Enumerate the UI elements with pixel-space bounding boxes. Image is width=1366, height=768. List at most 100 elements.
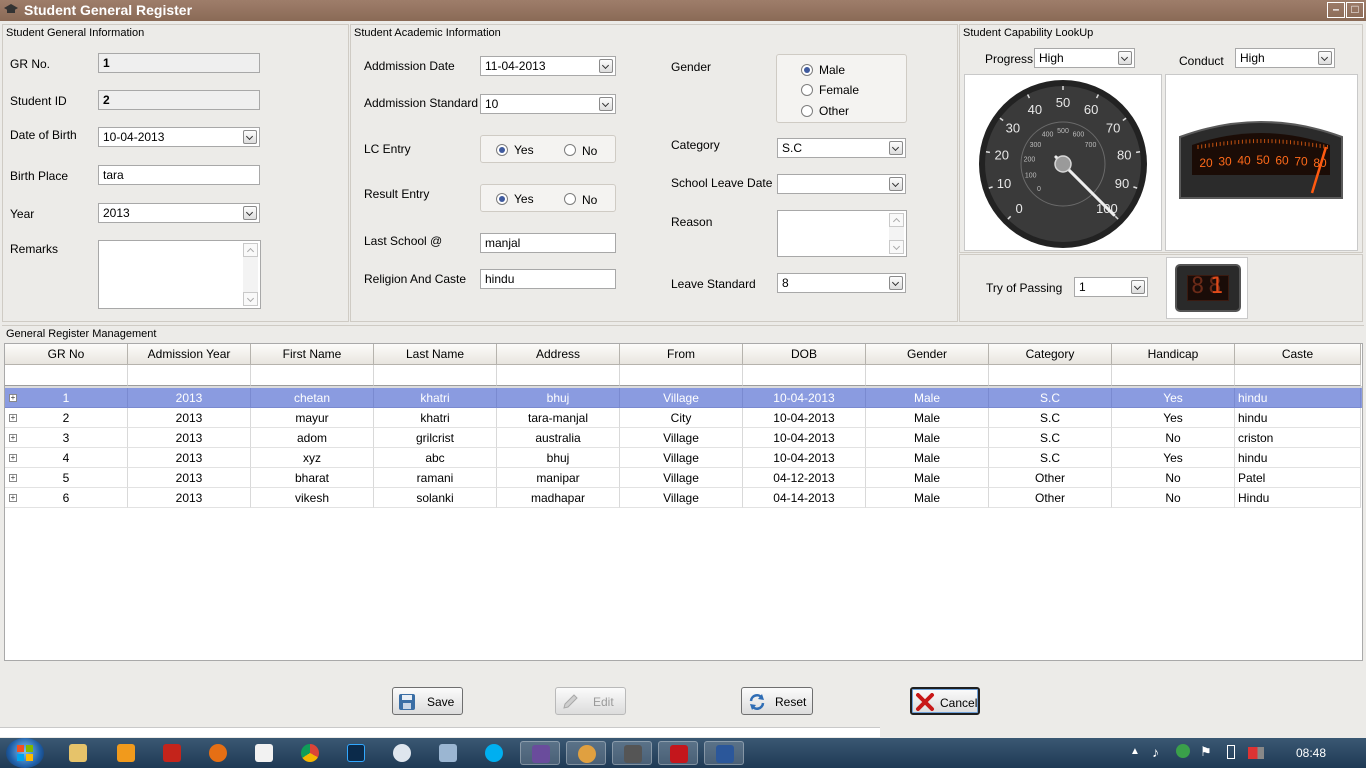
taskbar-photoshop[interactable] [336,741,376,765]
reset-button[interactable]: Reset [741,687,813,715]
taskbar-pdf-reader[interactable] [658,741,698,765]
expand-row-icon[interactable]: + [9,474,17,482]
clock[interactable]: 08:48 [1296,746,1326,760]
chevron-down-icon[interactable] [599,59,613,73]
column-header[interactable]: DOB [743,344,866,365]
chevron-down-icon[interactable] [1118,51,1132,65]
expand-row-icon[interactable]: + [9,394,17,402]
signal-icon[interactable] [1248,747,1264,759]
column-header[interactable]: First Name [251,344,374,365]
table-row[interactable]: 2 2013 mayur khatri tara-manjal City 10-04-201… [5,408,1362,428]
lc-no-radio[interactable] [564,144,576,156]
table-row[interactable]: 6 2013 vikesh solanki madhapar Village 04-14-2… [5,488,1362,508]
filter-cell[interactable] [743,365,866,386]
taskbar-word[interactable] [704,741,744,765]
taskbar-visual-studio[interactable] [520,741,560,765]
column-header[interactable]: Gender [866,344,989,365]
chevron-down-icon[interactable] [889,177,903,191]
dob-picker[interactable]: 10-04-2013 [98,127,260,147]
expand-row-icon[interactable]: + [9,454,17,462]
expand-row-icon[interactable]: + [9,434,17,442]
taskbar-chrome[interactable] [290,741,330,765]
edit-button[interactable]: Edit [555,687,626,715]
student-id-field[interactable]: 2 [98,90,260,110]
last-school-field[interactable]: manjal [480,233,616,253]
reason-scrollbar[interactable] [889,213,904,254]
admission-date-picker[interactable]: 11-04-2013 [480,56,616,76]
filter-cell[interactable] [620,365,743,386]
gender-female-radio[interactable] [801,84,813,96]
taskbar-filezilla[interactable] [152,741,192,765]
chevron-down-icon[interactable] [599,97,613,111]
result-no-radio[interactable] [564,193,576,205]
chevron-down-icon[interactable] [889,276,903,290]
volume-icon[interactable]: ♪ [1152,744,1159,760]
conduct-select[interactable]: High [1235,48,1335,68]
table-row[interactable]: 1 2013 chetan khatri bhuj Village 10-04-2013 Ma… [5,388,1362,408]
chevron-down-icon[interactable] [1131,280,1145,294]
taskbar-pen-app[interactable] [428,741,468,765]
battery-icon[interactable] [1227,745,1235,759]
expand-row-icon[interactable]: + [9,414,17,422]
maximize-button[interactable]: □ [1346,2,1364,18]
network-globe-icon[interactable] [1176,744,1190,758]
column-header[interactable]: Last Name [374,344,497,365]
filter-cell[interactable] [374,365,497,386]
admission-standard-select[interactable]: 10 [480,94,616,114]
column-header[interactable]: Handicap [1112,344,1235,365]
column-header[interactable]: Admission Year [128,344,251,365]
column-header[interactable]: Category [989,344,1112,365]
filter-cell[interactable] [1235,365,1361,386]
column-header[interactable]: From [620,344,743,365]
taskbar-g-app[interactable] [244,741,284,765]
reason-textarea[interactable] [777,210,907,257]
year-select[interactable]: 2013 [98,203,260,223]
category-select[interactable]: S.C [777,138,906,158]
show-hidden-icons[interactable]: ▲ [1130,746,1140,757]
taskbar-app[interactable] [382,741,422,765]
filter-cell[interactable] [989,365,1112,386]
chevron-down-icon[interactable] [889,141,903,155]
remarks-textarea[interactable] [98,240,261,309]
gender-male-radio[interactable] [801,64,813,76]
lc-yes-radio[interactable] [496,144,508,156]
table-row[interactable]: 5 2013 bharat ramani manipar Village 04-12-201… [5,468,1362,488]
taskbar-infinity-app[interactable] [566,741,606,765]
scroll-up-icon[interactable] [889,213,904,227]
school-leave-date-picker[interactable] [777,174,906,194]
table-row[interactable]: 3 2013 adom grilcrist australia Village 10-04-… [5,428,1362,448]
leave-standard-select[interactable]: 8 [777,273,906,293]
progress-select[interactable]: High [1034,48,1135,68]
taskbar-skype[interactable] [474,741,514,765]
minimize-button[interactable]: – [1327,2,1345,18]
chevron-down-icon[interactable] [243,206,257,220]
chevron-down-icon[interactable] [1318,51,1332,65]
try-of-passing-select[interactable]: 1 [1074,277,1148,297]
filter-cell[interactable] [128,365,251,386]
taskbar-student-register[interactable] [612,741,652,765]
start-button[interactable] [6,738,44,768]
gr-no-field[interactable]: 1 [98,53,260,73]
column-header[interactable]: Caste [1235,344,1361,365]
religion-field[interactable]: hindu [480,269,616,289]
filter-cell[interactable] [5,365,128,386]
column-header[interactable]: GR No [5,344,128,365]
taskbar-explorer[interactable] [58,741,98,765]
cancel-button[interactable]: Cancel [910,687,980,715]
table-row[interactable]: 4 2013 xyz abc bhuj Village 10-04-2013 Male S.C Y… [5,448,1362,468]
gender-other-radio[interactable] [801,105,813,117]
taskbar-firefox[interactable] [198,741,238,765]
chevron-down-icon[interactable] [243,130,257,144]
filter-cell[interactable] [866,365,989,386]
taskbar-media-player[interactable] [106,741,146,765]
scroll-down-icon[interactable] [243,292,258,306]
scroll-down-icon[interactable] [889,240,904,254]
column-header[interactable]: Address [497,344,620,365]
result-yes-radio[interactable] [496,193,508,205]
remarks-scrollbar[interactable] [243,243,258,306]
birth-place-field[interactable]: tara [98,165,260,185]
register-grid[interactable]: GR No Admission Year First Name Last Name Ad… [4,343,1363,661]
save-button[interactable]: Save [392,687,463,715]
expand-row-icon[interactable]: + [9,494,17,502]
flag-icon[interactable]: ⚑ [1200,744,1212,760]
